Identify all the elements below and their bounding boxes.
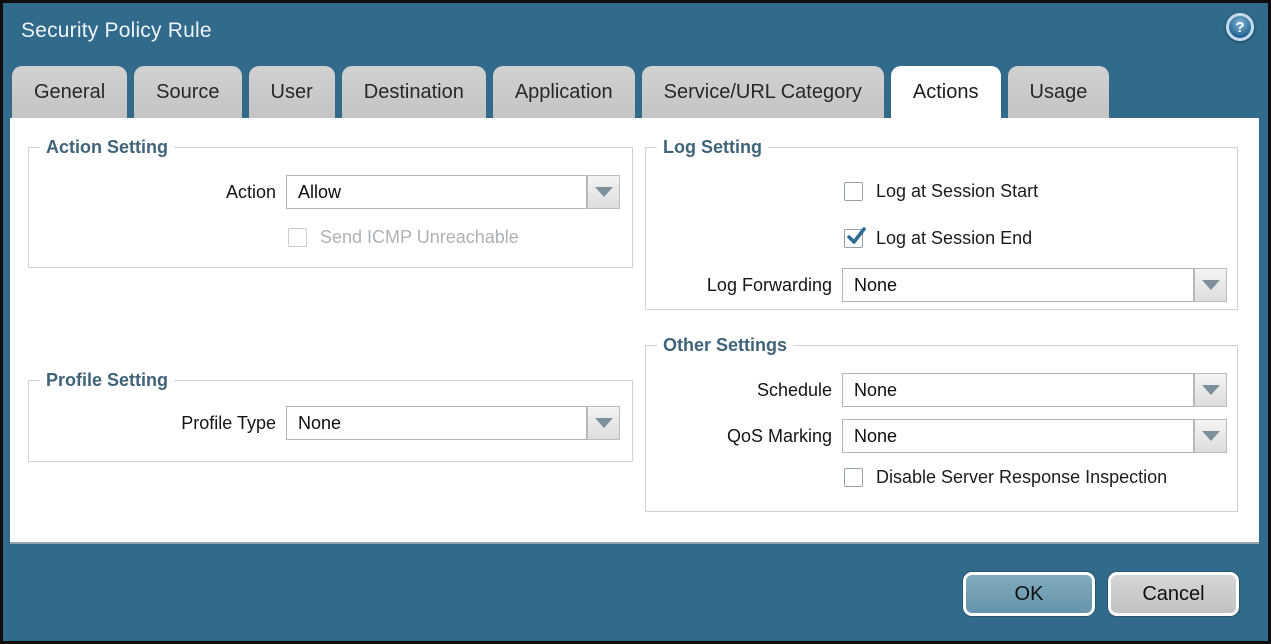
tab-source[interactable]: Source [134,66,241,118]
log-session-start-row: Log at Session Start [844,181,1038,202]
other-settings-group: Other Settings Schedule None QoS Marking… [645,345,1238,512]
log-forwarding-dropdown-button[interactable] [1194,268,1227,302]
log-at-session-start-checkbox[interactable] [844,182,863,201]
action-dropdown-button[interactable] [587,175,620,209]
log-forwarding-label: Log Forwarding [646,275,832,296]
disable-server-response-inspection-label: Disable Server Response Inspection [876,467,1167,488]
tab-label: Service/URL Category [664,81,862,104]
profile-type-label: Profile Type [29,413,276,434]
log-at-session-end-label: Log at Session End [876,228,1032,249]
profile-type-dropdown-button[interactable] [587,406,620,440]
chevron-down-icon [1202,431,1220,441]
tab-user[interactable]: User [249,66,335,118]
schedule-row: Schedule None [646,373,1227,407]
tab-destination[interactable]: Destination [342,66,486,118]
ok-button[interactable]: OK [963,572,1095,616]
log-setting-legend: Log Setting [657,137,768,158]
tab-label: Actions [913,81,979,104]
schedule-dropdown: None [842,373,1227,407]
ok-button-label: OK [1015,583,1044,606]
action-dropdown: Allow [286,175,620,209]
log-setting-group: Log Setting Log at Session Start Log at … [645,147,1238,310]
cancel-button-label: Cancel [1142,583,1204,606]
tab-label: General [34,81,105,104]
send-icmp-unreachable-checkbox[interactable] [288,228,307,247]
action-dropdown-value[interactable]: Allow [286,175,587,209]
tab-bar: General Source User Destination Applicat… [12,66,1109,118]
qos-marking-dropdown: None [842,419,1227,453]
tab-label: Application [515,81,613,104]
chevron-down-icon [595,418,613,428]
profile-type-row: Profile Type None [29,406,620,440]
schedule-dropdown-value[interactable]: None [842,373,1194,407]
profile-setting-group: Profile Setting Profile Type None [28,380,633,462]
send-icmp-unreachable-label: Send ICMP Unreachable [320,227,519,248]
disable-server-response-inspection-checkbox[interactable] [844,468,863,487]
actions-tab-panel: Action Setting Action Allow Send ICMP Un… [10,118,1259,542]
log-session-end-row: Log at Session End [844,228,1032,249]
tab-service-url-category[interactable]: Service/URL Category [642,66,884,118]
tab-general[interactable]: General [12,66,127,118]
profile-type-dropdown: None [286,406,620,440]
chevron-down-icon [595,187,613,197]
help-icon[interactable]: ? [1226,13,1254,41]
schedule-dropdown-button[interactable] [1194,373,1227,407]
tab-label: User [271,81,313,104]
qos-marking-row: QoS Marking None [646,419,1227,453]
action-setting-group: Action Setting Action Allow Send ICMP Un… [28,147,633,268]
dsri-row: Disable Server Response Inspection [844,467,1167,488]
tab-actions[interactable]: Actions [891,66,1001,118]
security-policy-rule-dialog: Security Policy Rule ? General Source Us… [0,0,1271,644]
action-row: Action Allow [29,175,620,209]
dialog-title: Security Policy Rule [21,19,212,43]
profile-setting-legend: Profile Setting [40,370,174,391]
log-forwarding-dropdown: None [842,268,1227,302]
schedule-label: Schedule [646,380,832,401]
log-at-session-start-label: Log at Session Start [876,181,1038,202]
chevron-down-icon [1202,385,1220,395]
icmp-row: Send ICMP Unreachable [288,227,519,248]
other-settings-legend: Other Settings [657,335,793,356]
action-label: Action [29,182,276,203]
log-forwarding-row: Log Forwarding None [646,268,1227,302]
tab-label: Destination [364,81,464,104]
log-at-session-end-checkbox[interactable] [844,229,863,248]
cancel-button[interactable]: Cancel [1108,572,1239,616]
tab-usage[interactable]: Usage [1008,66,1110,118]
chevron-down-icon [1202,280,1220,290]
tab-application[interactable]: Application [493,66,635,118]
action-setting-legend: Action Setting [40,137,174,158]
tab-label: Usage [1030,81,1088,104]
qos-marking-dropdown-button[interactable] [1194,419,1227,453]
log-forwarding-dropdown-value[interactable]: None [842,268,1194,302]
profile-type-dropdown-value[interactable]: None [286,406,587,440]
check-icon [845,226,867,248]
help-glyph: ? [1235,19,1244,36]
qos-marking-dropdown-value[interactable]: None [842,419,1194,453]
qos-marking-label: QoS Marking [646,426,832,447]
tab-label: Source [156,81,219,104]
